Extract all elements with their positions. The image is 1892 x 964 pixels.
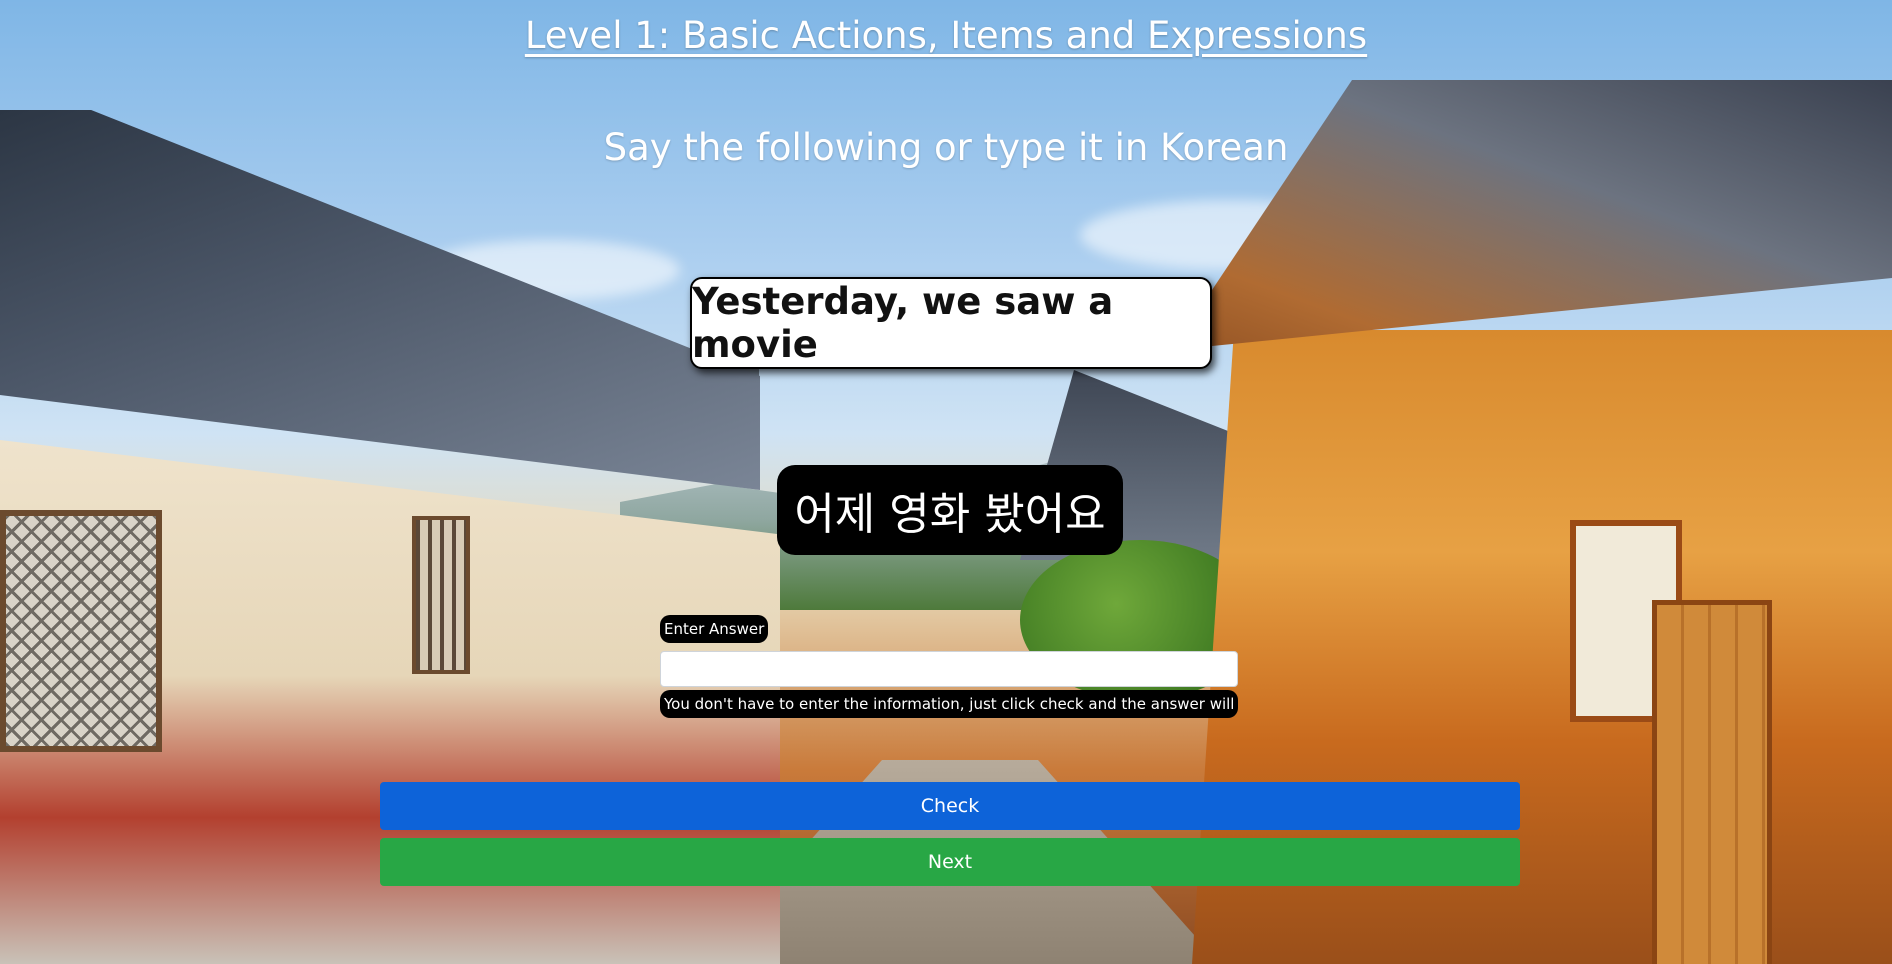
left-lattice-window [0,510,162,752]
page-background: Level 1: Basic Actions, Items and Expres… [0,0,1892,964]
next-button[interactable]: Next [380,838,1520,886]
check-button[interactable]: Check [380,782,1520,830]
english-prompt-card: Yesterday, we saw a movie [690,277,1212,369]
answer-label: Enter Answer [660,615,769,643]
answer-input[interactable] [660,651,1238,687]
hint-text: You don't have to enter the information,… [660,690,1238,718]
left-slat-window [412,516,470,674]
page-title: Level 1: Basic Actions, Items and Expres… [524,14,1368,57]
instruction-text: Say the following or type it in Korean [603,126,1289,169]
right-wooden-door [1652,600,1772,964]
korean-answer-card: 어제 영화 봤어요 [777,465,1123,555]
